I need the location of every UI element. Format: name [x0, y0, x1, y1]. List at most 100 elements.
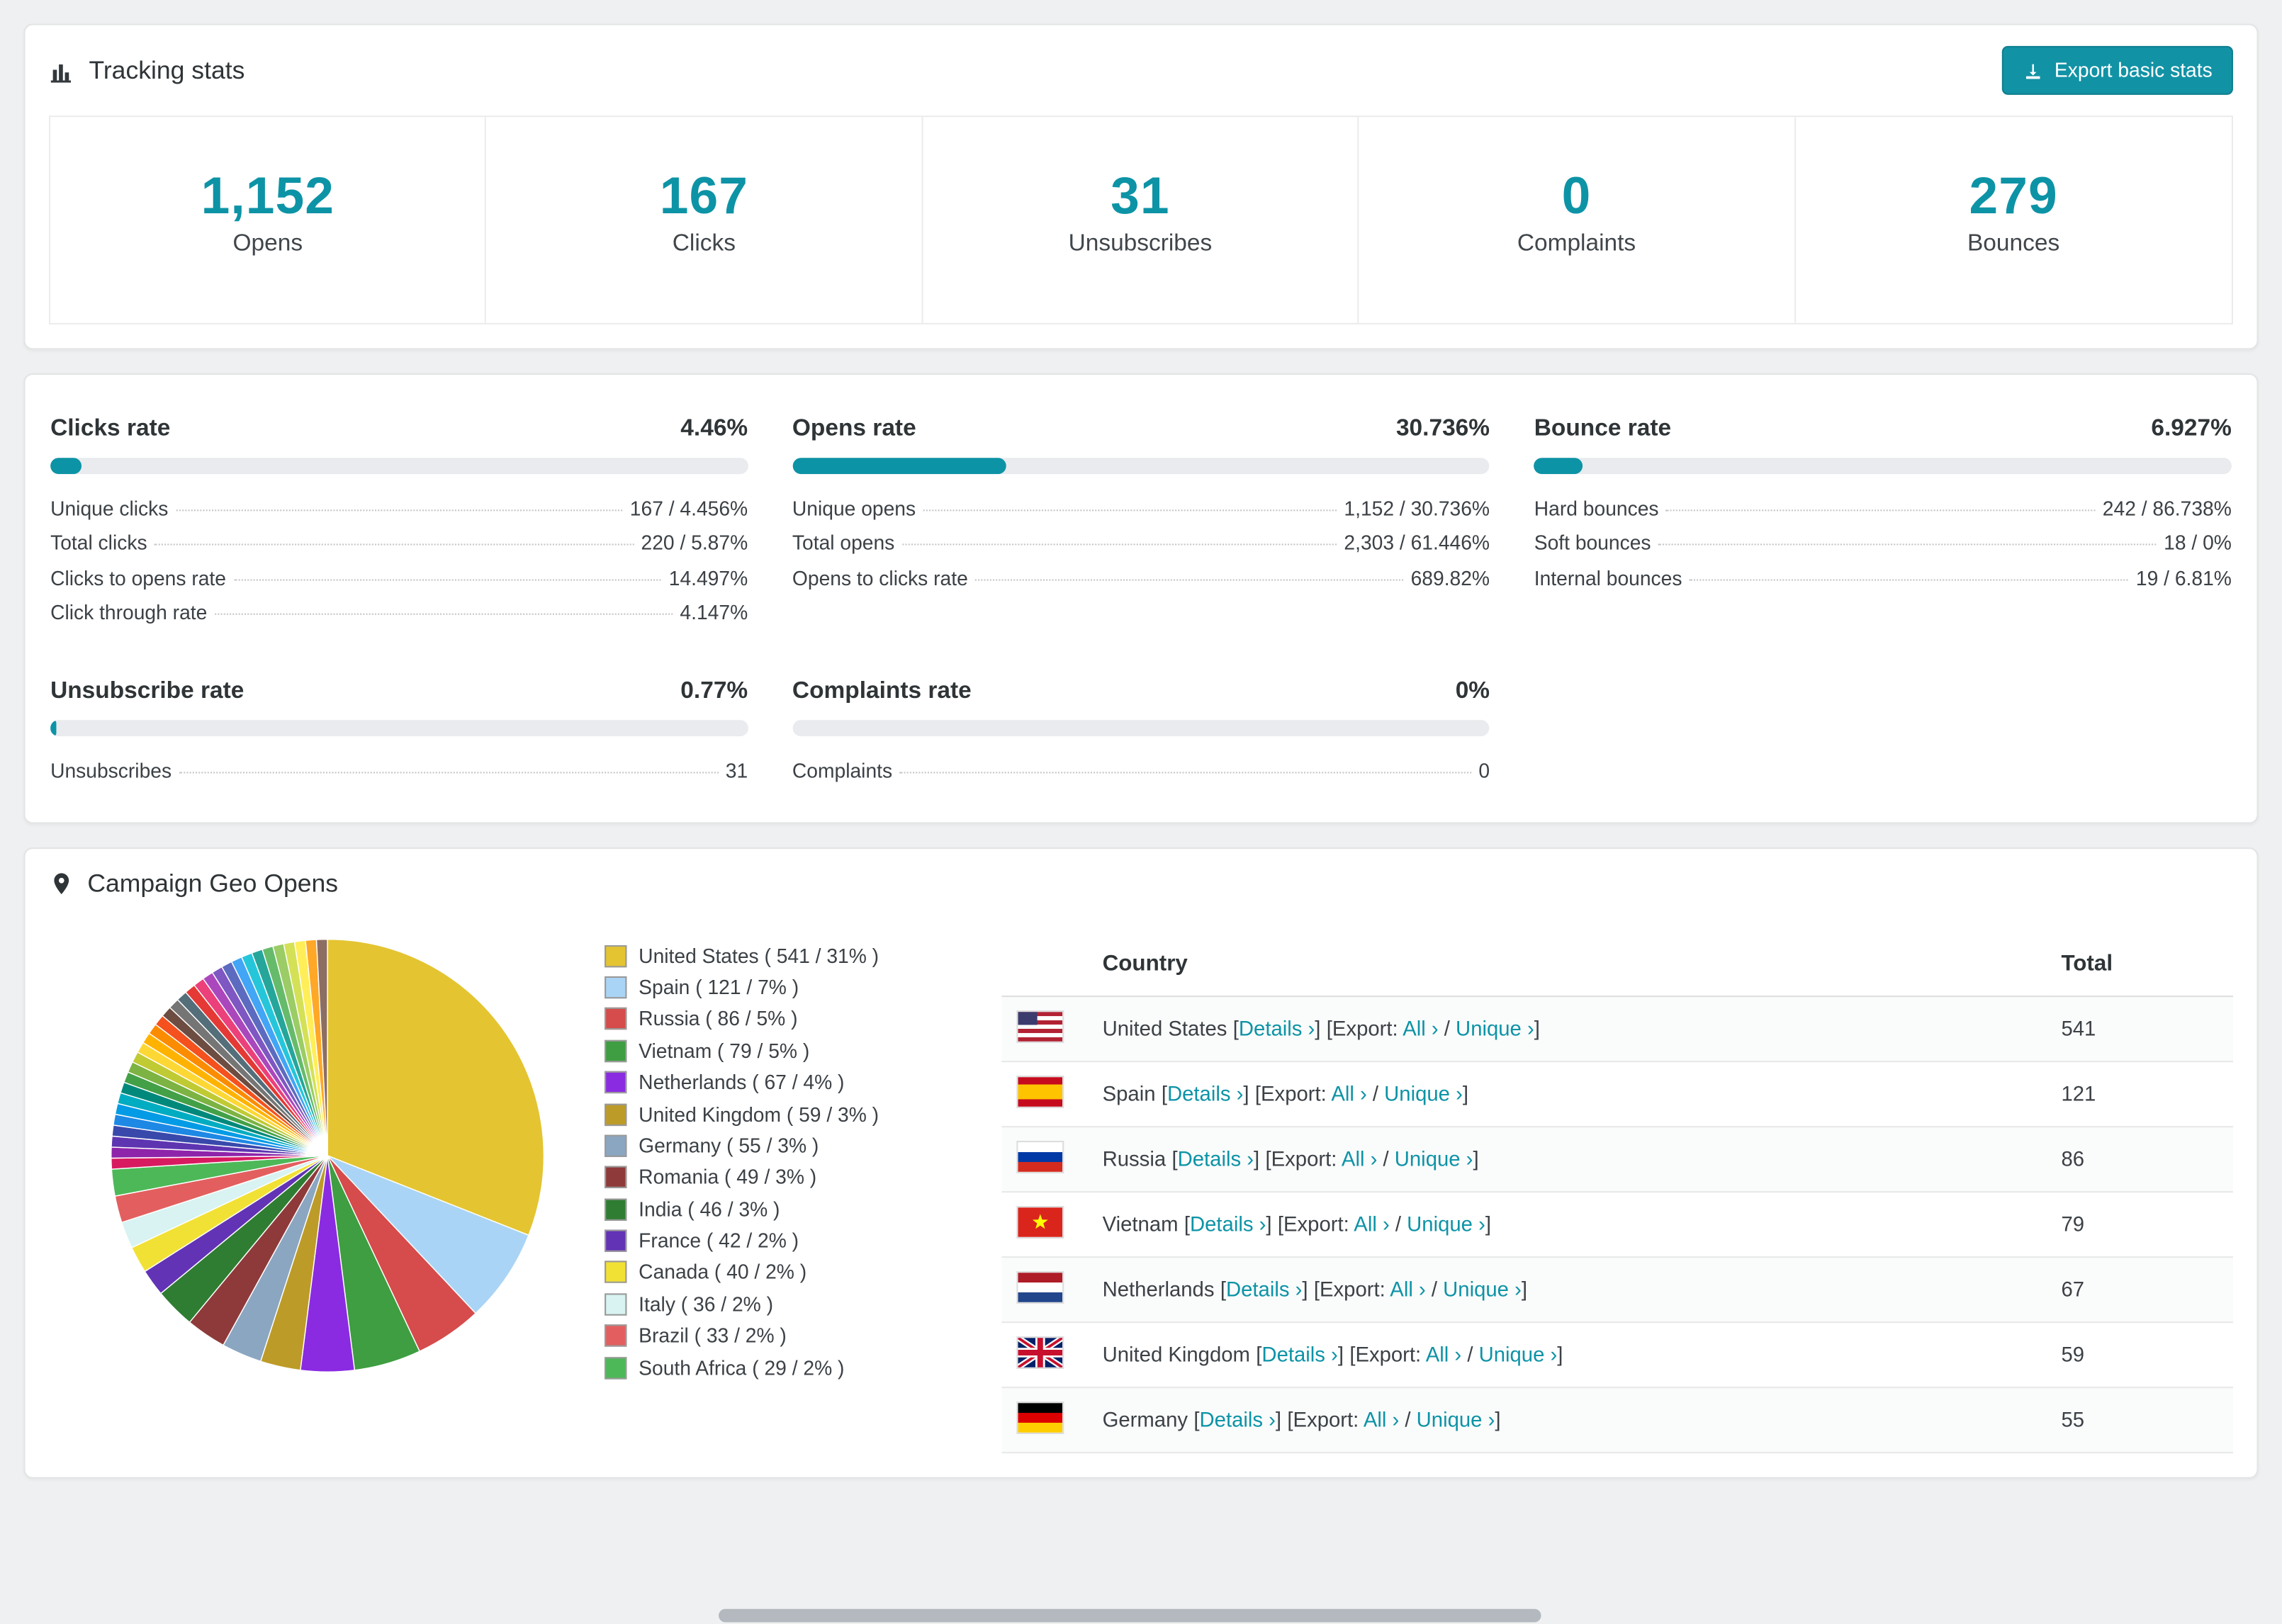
total-column-header: Total [2049, 931, 2233, 997]
flag-de-icon [1016, 1400, 1064, 1433]
stat-value: 279 [1969, 167, 2058, 225]
rate-title: Bounce rate [1534, 416, 1672, 442]
export-basic-stats-button[interactable]: Export basic stats [2002, 45, 2233, 95]
flag-ru-icon [1016, 1139, 1064, 1173]
country-total: 59 [2049, 1321, 2233, 1388]
export-unique-link[interactable]: Unique › [1417, 1407, 1495, 1431]
rate-value: 0% [1455, 678, 1490, 704]
export-all-link[interactable]: All › [1426, 1342, 1461, 1365]
stat-box: 31 Unsubscribes [923, 117, 1359, 323]
legend-item: United States ( 541 / 31% ) [605, 940, 1001, 972]
export-label: Export: [1332, 1016, 1398, 1040]
horizontal-scrollbar-thumb[interactable] [719, 1608, 1541, 1623]
campaign-geo-opens-card: Campaign Geo Opens United States ( 541 /… [23, 846, 2259, 1478]
stat-box: 279 Bounces [1795, 117, 2232, 323]
legend-swatch [605, 1166, 627, 1189]
export-all-link[interactable]: All › [1354, 1212, 1389, 1235]
flag-vn-icon [1016, 1205, 1064, 1238]
legend-item: India ( 46 / 3% ) [605, 1193, 1001, 1225]
bounce-rate-block: Bounce rate 6.927% Hard bounces 242 / 86.… [1534, 398, 2232, 625]
legend-item: Vietnam ( 79 / 5% ) [605, 1035, 1001, 1067]
legend-label: United States ( 541 / 31% ) [639, 944, 879, 967]
opens-rate-progressbar [792, 458, 1490, 475]
details-link[interactable]: Details › [1261, 1342, 1337, 1365]
legend-swatch [605, 1292, 627, 1316]
rate-title: Clicks rate [50, 416, 171, 442]
legend-swatch [605, 1039, 627, 1062]
details-link[interactable]: Details › [1167, 1081, 1243, 1105]
export-all-link[interactable]: All › [1342, 1146, 1377, 1170]
card-title: Campaign Geo Opens [87, 869, 339, 898]
legend-swatch [605, 1008, 627, 1031]
stat-label: Complaints [1517, 231, 1636, 256]
country-name: United Kingdom [1102, 1342, 1250, 1366]
stats-summary: 1,152 Opens 167 Clicks 31 Unsubscribes 0… [48, 115, 2233, 325]
stat-label: Unsubscribes [1068, 231, 1213, 256]
tracking-stats-header: Tracking stats [49, 55, 244, 85]
details-link[interactable]: Details › [1200, 1407, 1276, 1431]
details-link[interactable]: Details › [1190, 1212, 1266, 1235]
details-link[interactable]: Details › [1178, 1146, 1254, 1170]
legend-swatch [605, 1356, 627, 1379]
export-all-link[interactable]: All › [1331, 1081, 1366, 1105]
flag-gb-icon [1016, 1335, 1064, 1368]
details-link[interactable]: Details › [1239, 1016, 1315, 1039]
unsubscribe-rate-block: Unsubscribe rate 0.77% Unsubscribes 31 [50, 661, 748, 783]
country-name: Russia [1102, 1146, 1167, 1171]
country-name: Germany [1102, 1407, 1188, 1431]
stat-box: 0 Complaints [1359, 117, 1796, 323]
legend-label: Italy ( 36 / 2% ) [639, 1292, 774, 1316]
export-icon [2026, 63, 2041, 79]
legend-item: Germany ( 55 / 3% ) [605, 1130, 1001, 1162]
stat-row: Unique clicks 167 / 4.456% [50, 497, 748, 519]
tracking-stats-card: Tracking stats Export basic stats 1,152 … [23, 23, 2259, 350]
export-label: Export: [1271, 1146, 1337, 1171]
country-total: 86 [2049, 1126, 2233, 1192]
export-label: Export: [1293, 1407, 1359, 1431]
export-unique-link[interactable]: Unique › [1395, 1146, 1473, 1170]
legend-swatch [605, 944, 627, 967]
export-unique-link[interactable]: Unique › [1456, 1016, 1534, 1039]
export-label: Export: [1320, 1277, 1386, 1301]
clicks-rate-block: Clicks rate 4.46% Unique clicks 167 / 4.4… [50, 398, 748, 625]
legend-label: Canada ( 40 / 2% ) [639, 1261, 807, 1284]
export-label: Export: [1261, 1081, 1327, 1105]
legend-swatch [605, 1103, 627, 1126]
export-label: Export: [1355, 1342, 1422, 1366]
stat-value: 31 [1111, 167, 1170, 225]
legend-label: Spain ( 121 / 7% ) [639, 976, 799, 999]
export-unique-link[interactable]: Unique › [1479, 1342, 1558, 1365]
stat-value: 167 [659, 167, 749, 225]
stat-label: Clicks [672, 231, 736, 256]
opens-rate-block: Opens rate 30.736% Unique opens 1,152 / 3… [792, 398, 1490, 625]
geo-opens-header: Campaign Geo Opens [49, 869, 338, 898]
export-unique-link[interactable]: Unique › [1384, 1081, 1463, 1105]
country-total: 55 [2049, 1387, 2233, 1453]
stat-row: Complaints 0 [792, 759, 1490, 782]
geo-opens-table: Country Total United States [Details ›] [E [1001, 931, 2233, 1453]
export-unique-link[interactable]: Unique › [1443, 1277, 1522, 1300]
legend-item: Netherlands ( 67 / 4% ) [605, 1066, 1001, 1098]
export-unique-link[interactable]: Unique › [1407, 1212, 1485, 1235]
legend-item: Brazil ( 33 / 2% ) [605, 1320, 1001, 1352]
details-link[interactable]: Details › [1226, 1277, 1302, 1300]
flag-es-icon [1016, 1074, 1064, 1107]
export-all-link[interactable]: All › [1403, 1016, 1438, 1039]
export-all-link[interactable]: All › [1364, 1407, 1399, 1431]
flag-nl-icon [1016, 1270, 1064, 1303]
legend-item: France ( 42 / 2% ) [605, 1225, 1001, 1257]
legend-swatch [605, 1324, 627, 1348]
legend-swatch [605, 1134, 627, 1157]
legend-label: South Africa ( 29 / 2% ) [639, 1356, 845, 1379]
legend-label: Russia ( 86 / 5% ) [639, 1008, 798, 1031]
legend-item: Canada ( 40 / 2% ) [605, 1257, 1001, 1289]
rate-value: 4.46% [680, 416, 748, 442]
rate-value: 6.927% [2151, 416, 2232, 442]
stat-label: Bounces [1967, 231, 2060, 256]
legend-label: Germany ( 55 / 3% ) [639, 1134, 819, 1157]
flag-us-icon [1016, 1009, 1064, 1042]
legend-swatch [605, 1261, 627, 1284]
stat-row: Opens to clicks rate 689.82% [792, 566, 1490, 590]
legend-label: Brazil ( 33 / 2% ) [639, 1324, 787, 1348]
export-all-link[interactable]: All › [1390, 1277, 1425, 1300]
